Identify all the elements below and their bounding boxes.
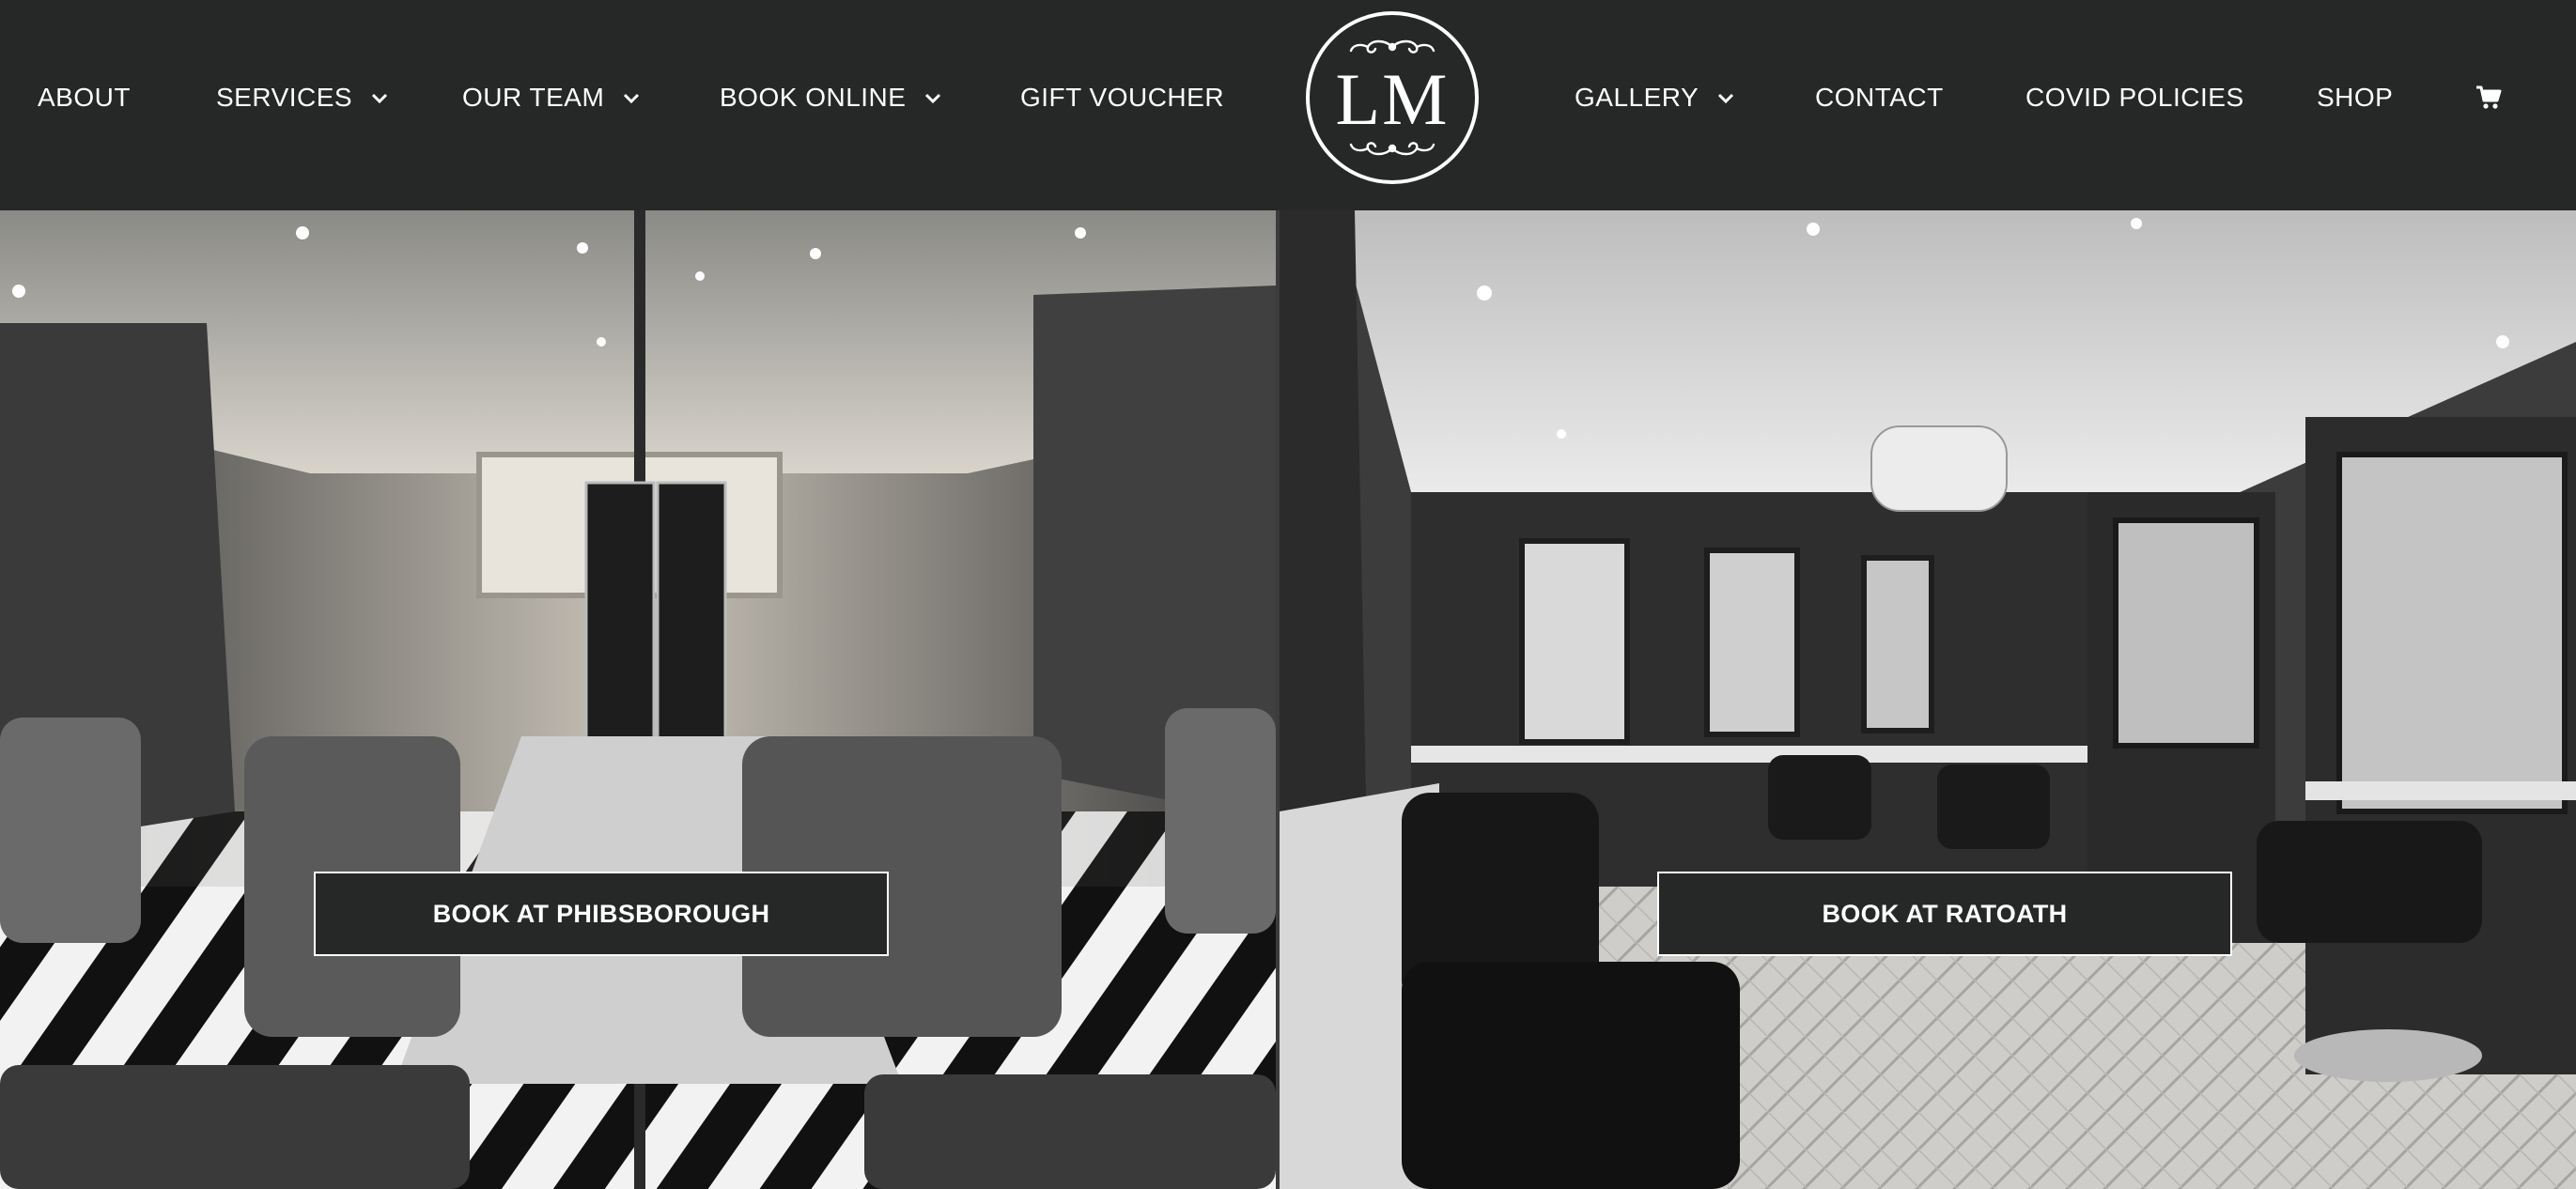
nav-shop-label: SHOP (2317, 83, 2394, 112)
nav-book-online[interactable]: BOOK ONLINE (720, 79, 943, 116)
book-ratoath-label: BOOK AT RATOATH (1822, 899, 2068, 928)
book-ratoath-button[interactable]: BOOK AT RATOATH (1657, 872, 2232, 956)
nav-shop[interactable]: SHOP (2317, 79, 2393, 116)
nav-services-label: SERVICES (216, 83, 353, 112)
salon-photo-phibsborough: BOOK AT PHIBSBOROUGH (0, 210, 1276, 1189)
shopping-cart-icon[interactable] (2475, 83, 2503, 111)
nav-covid-policies-label: COVID POLICIES (2025, 83, 2244, 112)
nav-our-team-label: OUR TEAM (462, 83, 605, 112)
nav-gallery-label: GALLERY (1575, 83, 1699, 112)
nav-contact[interactable]: CONTACT (1815, 79, 1944, 116)
nav-about-label: ABOUT (38, 83, 131, 112)
nav-gift-voucher-label: GIFT VOUCHER (1020, 83, 1225, 112)
site-header: ABOUT SERVICES OUR TEAM BOOK ONLINE GIFT… (0, 0, 2576, 210)
nav-contact-label: CONTACT (1815, 83, 1944, 112)
nav-gift-voucher[interactable]: GIFT VOUCHER (1020, 79, 1224, 116)
nav-services[interactable]: SERVICES (216, 79, 390, 116)
chevron-down-icon (1715, 87, 1736, 108)
book-phibsborough-button[interactable]: BOOK AT PHIBSBOROUGH (314, 872, 889, 956)
chevron-down-icon (923, 87, 943, 108)
chevron-down-icon (621, 87, 642, 108)
salon-photo-ratoath: BOOK AT RATOATH (1280, 210, 2576, 1189)
nav-book-online-label: BOOK ONLINE (720, 83, 907, 112)
nav-gallery[interactable]: GALLERY (1575, 79, 1736, 116)
chevron-down-icon (369, 87, 390, 108)
brand-logo[interactable]: LM (1306, 11, 1479, 184)
nav-covid-policies[interactable]: COVID POLICIES (2025, 79, 2244, 116)
nav-about[interactable]: ABOUT (38, 79, 131, 116)
nav-our-team[interactable]: OUR TEAM (462, 79, 642, 116)
logo-text: LM (1335, 58, 1450, 140)
book-phibsborough-label: BOOK AT PHIBSBOROUGH (432, 899, 770, 928)
